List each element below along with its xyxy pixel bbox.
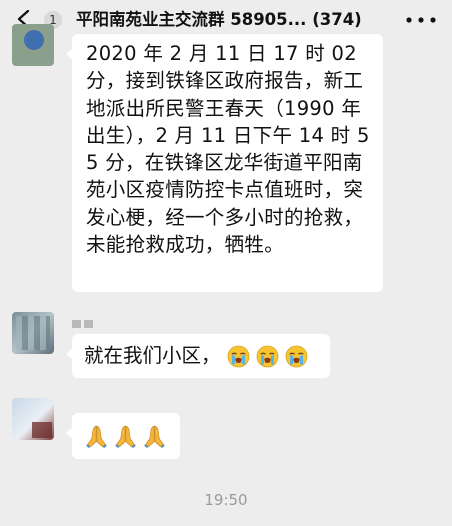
message-text: 2020 年 2 月 11 日 17 时 02 分，接到铁锋区政府报告，新工地派…	[86, 42, 370, 257]
message-bubble[interactable]: 就在我们小区，	[66, 334, 330, 378]
message-content: 就在我们小区，	[84, 334, 320, 378]
sender-avatar[interactable]	[12, 24, 54, 66]
avatar-image	[16, 316, 50, 350]
crying-face-icon	[256, 345, 279, 368]
more-options-icon[interactable]	[406, 17, 436, 23]
folded-hands-icon	[113, 424, 138, 449]
message-text: 就在我们小区，	[84, 344, 221, 367]
folded-hands-icon	[84, 424, 109, 449]
sender-avatar[interactable]	[12, 312, 54, 354]
message-bubble[interactable]	[66, 413, 180, 459]
sender-avatar[interactable]	[12, 398, 54, 440]
folded-hands-icon	[142, 424, 167, 449]
chat-title: 平阳南苑业主交流群 58905... (374)	[76, 10, 362, 29]
avatar-image	[24, 30, 44, 50]
message-content	[84, 413, 172, 459]
crying-face-icon	[227, 345, 250, 368]
message-timestamp: 19:50	[204, 491, 248, 509]
message-bubble[interactable]: 2020 年 2 月 11 日 17 时 02 分，接到铁锋区政府报告，新工地派…	[66, 34, 383, 292]
sender-name-blurred	[72, 313, 112, 328]
avatar-image	[32, 422, 52, 438]
crying-face-icon	[285, 345, 308, 368]
